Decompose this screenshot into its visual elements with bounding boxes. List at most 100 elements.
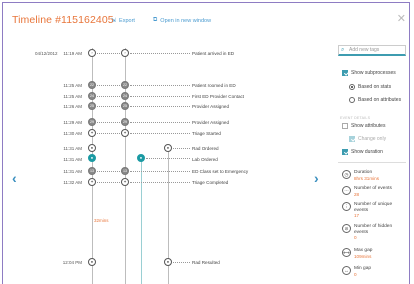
stat-value: 28: [354, 191, 360, 197]
connector: [130, 122, 190, 123]
event-label: Provider Assigned: [192, 104, 230, 109]
stat-min-gap: ↔ Min gap 0: [342, 266, 404, 277]
event-badge[interactable]: 25: [121, 102, 129, 110]
event-label: Patient arrived in ED: [192, 51, 235, 56]
event-label: Lab Ordered: [192, 157, 218, 162]
tag-search-input[interactable]: ⌕ Add new tags: [338, 45, 406, 56]
event-node[interactable]: ›: [121, 49, 129, 57]
row-time: 11:29 AM: [63, 120, 82, 125]
unique-events-icon: ⋮: [342, 202, 351, 211]
connector: [97, 171, 122, 172]
stat-label: Duration: [354, 170, 373, 175]
section-label: EVENT DETAILS: [340, 116, 371, 120]
event-node[interactable]: ●: [164, 258, 172, 266]
connector: [97, 122, 122, 123]
show-duration-checkbox[interactable]: Show duration: [342, 149, 383, 155]
close-icon[interactable]: ✕: [397, 12, 406, 25]
event-node[interactable]: ›: [88, 49, 96, 57]
show-subprocesses-checkbox[interactable]: Show subprocesses: [342, 70, 396, 76]
event-badge[interactable]: 25: [88, 102, 96, 110]
show-attributes-checkbox[interactable]: Show attributes: [342, 123, 385, 129]
min-gap-icon: ↔: [342, 266, 351, 275]
connector: [173, 262, 190, 263]
event-label: Triage Started: [192, 131, 221, 136]
merge-node[interactable]: ✦: [121, 178, 129, 186]
max-gap-icon: ⟷: [342, 248, 351, 257]
connector: [130, 53, 190, 54]
checkbox-checked-icon: [342, 70, 348, 76]
event-badge[interactable]: 24: [121, 92, 129, 100]
stat-max-gap: ⟷ Max gap 109mins: [342, 248, 404, 259]
event-badge[interactable]: 24: [88, 92, 96, 100]
connector: [173, 148, 190, 149]
gap-duration: 32mins: [94, 218, 109, 223]
checkbox-label: Show attributes: [351, 123, 386, 129]
connector: [97, 85, 122, 86]
event-badge[interactable]: 29: [121, 118, 129, 126]
stat-value: 0: [354, 271, 357, 277]
event-badge[interactable]: 22: [88, 81, 96, 89]
row-time: 11:31 AM: [63, 146, 82, 151]
row-time: 11:31 AM: [63, 169, 82, 174]
radio-selected-icon: [349, 84, 355, 90]
checkbox-checked-icon: [342, 149, 348, 155]
event-badge[interactable]: 13: [121, 167, 129, 175]
divider: [338, 162, 406, 163]
stat-value: 109mins: [354, 253, 372, 259]
row-time: 11:25 AM: [63, 94, 82, 99]
lab-node[interactable]: ●: [137, 154, 145, 162]
based-on-attributes-radio[interactable]: Based on attributes: [349, 97, 401, 103]
row-time: 11:19 AM: [63, 51, 82, 56]
lab-node[interactable]: ●: [88, 154, 96, 162]
stat-label: Number of unique events: [354, 202, 393, 213]
event-label: Rad Ordered: [192, 146, 219, 151]
checkbox-label: Change only: [358, 136, 387, 142]
radio-unselected-icon: [349, 97, 355, 103]
connector: [97, 53, 122, 54]
event-badge[interactable]: 22: [121, 81, 129, 89]
change-only-checkbox[interactable]: Change only: [349, 136, 386, 142]
row-time: 11:32 AM: [63, 180, 82, 185]
event-label: Rad Resulted: [192, 260, 220, 265]
connector: [146, 158, 190, 159]
stat-duration: ◷ Duration 8hrs 31mins: [342, 170, 404, 181]
checkbox-label: Show subprocesses: [351, 70, 396, 76]
connector: [130, 133, 190, 134]
event-node[interactable]: ●: [164, 144, 172, 152]
event-badge[interactable]: 13: [88, 167, 96, 175]
connector: [97, 106, 122, 107]
merge-node[interactable]: ✦: [88, 178, 96, 186]
stat-number-of-events: ⋯ Number of events 28: [342, 186, 404, 197]
connector: [130, 85, 190, 86]
event-label: ED Class set to Emergency: [192, 169, 249, 174]
row-time: 11:31 AM: [63, 157, 82, 162]
split-node[interactable]: ✦: [121, 129, 129, 137]
stat-value: 17: [354, 213, 360, 218]
event-label: First ED Provider Contact: [192, 94, 245, 99]
connector: [97, 96, 122, 97]
lab-track: [141, 158, 142, 284]
connector: [130, 171, 190, 172]
event-badge[interactable]: 29: [88, 118, 96, 126]
based-on-stats-radio[interactable]: Based on stats: [349, 84, 391, 90]
event-node[interactable]: ●: [88, 258, 96, 266]
split-node[interactable]: ✦: [88, 129, 96, 137]
connector: [130, 182, 190, 183]
row-time: 12:04 PM: [62, 260, 82, 265]
event-label: Patient roomed in ED: [192, 83, 236, 88]
row-time: 11:25 AM: [63, 83, 82, 88]
stat-value: 0: [354, 235, 357, 240]
events-icon: ⋯: [342, 186, 351, 195]
checkbox-checked-icon: [349, 136, 355, 142]
row-time: 11:26 AM: [63, 104, 82, 109]
event-node[interactable]: ●: [88, 144, 96, 152]
radio-label: Based on attributes: [358, 97, 402, 103]
connector: [97, 182, 122, 183]
clock-icon: ◷: [342, 170, 351, 179]
stat-unique-events: ⋮ Number of unique events 17: [342, 202, 404, 219]
event-label: Provider Assigned: [192, 120, 230, 125]
hidden-events-icon: ⊘: [342, 224, 351, 233]
stat-hidden-events: ⊘ Number of hidden events 0: [342, 224, 404, 241]
stat-label: Number of hidden events: [354, 224, 393, 235]
stat-value: 8hrs 31mins: [354, 175, 380, 181]
